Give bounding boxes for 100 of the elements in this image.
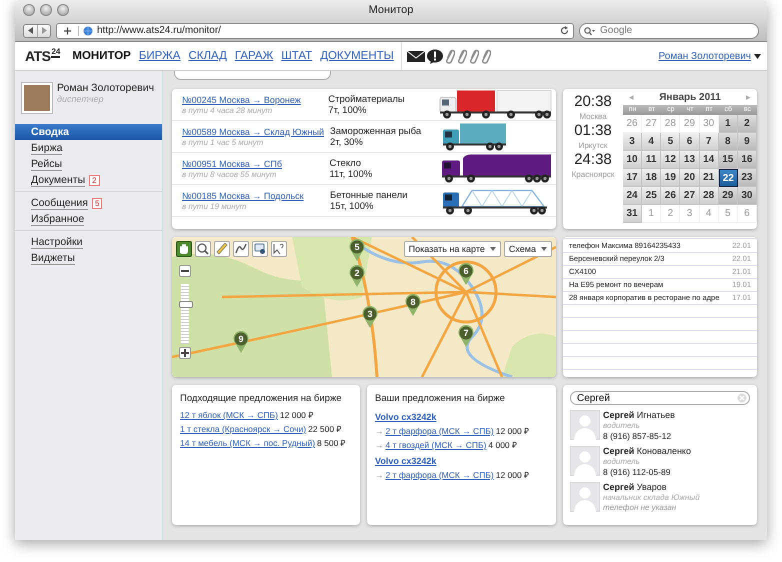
map-marker[interactable]: 9 (233, 331, 249, 353)
calendar-day[interactable]: 9 (738, 133, 757, 151)
calendar-day[interactable]: 13 (680, 151, 700, 169)
nav-tab[interactable]: СКЛАД (188, 50, 227, 62)
clock-time: 24:38 (574, 152, 612, 168)
map-marker[interactable]: 2 (349, 265, 365, 287)
sidebar-item[interactable]: Документы 2 (15, 172, 162, 188)
calendar-day[interactable]: 26 (661, 187, 680, 205)
calendar-day[interactable]: 22 (718, 169, 738, 187)
paperclip-icon[interactable] (444, 48, 455, 64)
calendar-day[interactable]: 31 (623, 205, 642, 223)
map-marker[interactable]: 3 (362, 306, 378, 328)
map-marker[interactable]: 5 (349, 239, 365, 261)
calendar-day[interactable]: 20 (680, 169, 700, 187)
calendar-day[interactable]: 11 (642, 151, 662, 169)
offer-link[interactable]: 2 т фарфора (МСК → СПБ) (386, 426, 494, 436)
map-dropdown[interactable]: Схема (504, 241, 552, 257)
nav-tab[interactable]: ДОКУМЕНТЫ (320, 50, 394, 62)
vehicle-link[interactable]: Volvo cx3242k (375, 456, 436, 466)
calendar-day[interactable]: 7 (700, 133, 719, 151)
offer-link[interactable]: 14 т мебель (МСК → пос. Рудный) (180, 438, 316, 448)
calendar-day[interactable]: 25 (642, 187, 662, 205)
window-control-button[interactable] (57, 4, 69, 16)
search-field[interactable] (174, 71, 331, 80)
sidebar-item[interactable]: Сообщения 5 (15, 195, 162, 211)
calendar-day[interactable]: 1 (718, 115, 738, 133)
nav-tab[interactable]: ШТАТ (281, 50, 312, 62)
shipment-link[interactable]: №00589 Москва → Склад Южный (182, 126, 324, 138)
contact-search-field[interactable]: Сергей (570, 391, 750, 405)
calendar-day[interactable]: 30 (738, 187, 757, 205)
window-control-button[interactable] (23, 4, 35, 16)
plus-icon[interactable] (61, 26, 79, 36)
calendar-day[interactable]: 6 (680, 133, 700, 151)
shipment-link[interactable]: №00185 Москва → Подольск (182, 190, 304, 202)
calendar-day[interactable]: 19 (661, 169, 680, 187)
address-field[interactable]: http://www.ats24.ru/monitor/ (56, 22, 574, 38)
window-control-button[interactable] (40, 4, 52, 16)
price-text: 4 000 ₽ (488, 439, 518, 450)
ruler-tool-button[interactable] (214, 241, 230, 257)
clock-city: Москва (579, 112, 607, 121)
alert-icon[interactable] (426, 48, 443, 64)
map-marker[interactable]: 7 (458, 325, 474, 347)
price-text: 12 000 ₽ (280, 409, 314, 420)
calendar-day[interactable]: 5 (661, 133, 680, 151)
nav-tab[interactable]: БИРЖА (138, 50, 180, 62)
paperclip-icon[interactable] (456, 48, 467, 64)
sidebar-item[interactable]: Биржа (15, 140, 162, 156)
paperclip-icon[interactable] (468, 48, 479, 64)
sidebar-item[interactable]: Виджеты (15, 250, 162, 266)
hand-tool-button[interactable] (176, 241, 192, 257)
shipment-link[interactable]: №00245 Москва → Воронеж (182, 94, 301, 106)
sidebar-item[interactable]: Сводка (15, 124, 162, 140)
calendar-day[interactable]: 24 (623, 187, 642, 205)
calendar-day[interactable]: 28 (700, 187, 719, 205)
zoom-slider-thumb[interactable] (179, 301, 193, 308)
contact-name: Сергей Коноваленко (603, 446, 691, 456)
info-tool-button[interactable] (252, 241, 268, 257)
calendar-day[interactable]: 16 (738, 151, 757, 169)
contact-role: водитель (603, 420, 641, 431)
calendar-day[interactable]: 2 (738, 115, 757, 133)
calendar-day[interactable]: 27 (680, 187, 700, 205)
sidebar-item[interactable]: Рейсы (15, 156, 162, 172)
shipment-link[interactable]: №00951 Москва → СПб (182, 158, 282, 170)
calendar-day[interactable]: 17 (623, 169, 642, 187)
calendar-day[interactable]: 14 (700, 151, 719, 169)
vehicle-link[interactable]: Volvo cx3242k (375, 412, 436, 422)
nav-tab[interactable]: МОНИТОР (72, 50, 131, 62)
offer-link[interactable]: 1 т стекла (Красноярск → Сочи) (180, 424, 306, 434)
info-icon (254, 243, 266, 255)
paperclip-icon[interactable] (480, 48, 491, 64)
zoom-in-button[interactable] (179, 347, 191, 359)
offer-link[interactable]: 12 т яблок (МСК → СПБ) (180, 410, 278, 420)
help-tool-button[interactable] (271, 241, 287, 257)
user-menu-link[interactable]: Роман Золоторевич (658, 50, 751, 62)
zoom-tool-button[interactable] (195, 241, 211, 257)
calendar-day[interactable]: 23 (738, 169, 757, 187)
calendar-day[interactable]: 29 (718, 187, 738, 205)
offer-link[interactable]: 2 т фарфора (МСК → СПБ) (386, 470, 494, 480)
calendar-day[interactable]: 21 (700, 169, 719, 187)
calendar-day[interactable]: 10 (623, 151, 642, 169)
envelope-icon[interactable] (406, 50, 425, 62)
zoom-out-button[interactable] (179, 265, 191, 277)
sidebar-item[interactable]: Настройки (15, 234, 162, 250)
calendar-day[interactable]: 4 (642, 133, 662, 151)
contact-name: Сергей Уваров (603, 482, 668, 492)
nav-tab[interactable]: ГАРАЖ (234, 50, 274, 62)
offer-link[interactable]: 4 т гвоздей (МСК → СПБ) (386, 440, 486, 450)
calendar-day[interactable]: 18 (642, 169, 662, 187)
map-dropdown[interactable]: Показать на карте (404, 241, 501, 257)
calendar-day[interactable]: 8 (718, 133, 738, 151)
calendar-day[interactable]: 3 (623, 133, 642, 151)
calendar-day[interactable]: 15 (718, 151, 738, 169)
route-tool-button[interactable] (233, 241, 249, 257)
caret-icon[interactable] (754, 54, 761, 58)
map-marker[interactable]: 6 (458, 263, 474, 285)
search-field[interactable]: Google (579, 22, 759, 38)
sidebar-item[interactable]: Избранное (15, 211, 162, 227)
map-marker[interactable]: 8 (405, 294, 421, 316)
reload-icon[interactable] (560, 26, 569, 35)
calendar-day[interactable]: 12 (661, 151, 680, 169)
